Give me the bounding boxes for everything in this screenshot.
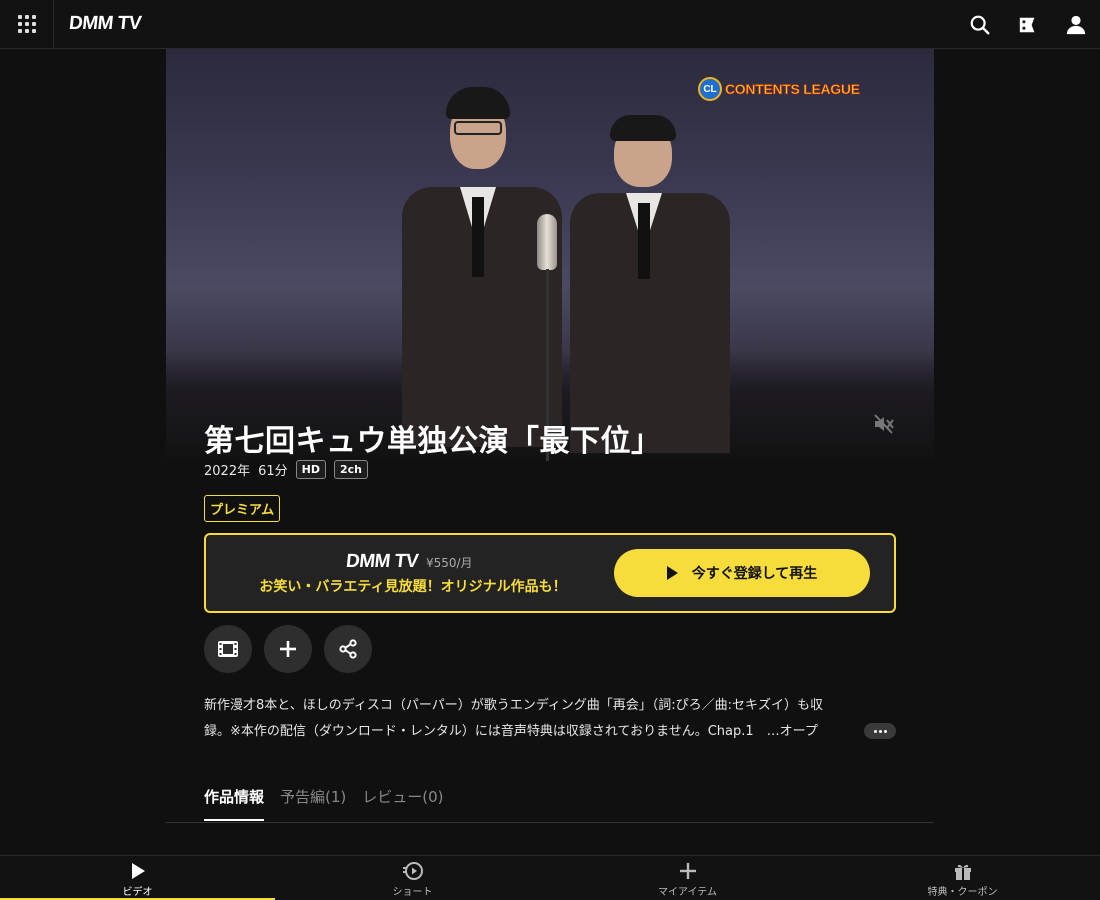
nav-coupon[interactable]: 特典・クーポン (825, 856, 1100, 900)
cl-text: CONTENTS LEAGUE (725, 81, 861, 98)
play-icon (666, 566, 678, 580)
short-icon (402, 862, 423, 880)
tabs-divider (166, 822, 934, 823)
user-icon (1066, 15, 1086, 34)
nav-short[interactable]: ショート (275, 856, 550, 900)
trailer-button[interactable] (204, 625, 252, 673)
register-play-button[interactable]: 今すぐ登録して再生 (614, 549, 870, 597)
tab-info[interactable]: 作品情報 (204, 786, 265, 821)
register-play-label: 今すぐ登録して再生 (691, 566, 818, 582)
tab-trailer[interactable]: 予告編(1) (280, 786, 346, 821)
expand-description-button[interactable] (864, 723, 896, 739)
cl-badge: CL (698, 77, 722, 101)
gift-icon (954, 864, 971, 880)
description-line-1: 新作漫才8本と、ほしのディスコ（パーパー）が歌うエンディング曲「再会」（詞:ぴろ… (204, 698, 824, 713)
page-title: 第七回キュウ単独公演「最下位」 (204, 424, 662, 459)
menu-button[interactable] (0, 0, 54, 49)
duration: 61分 (258, 464, 288, 479)
microphone (537, 214, 557, 270)
premium-badge: プレミアム (204, 495, 281, 522)
nav-video[interactable]: ビデオ (0, 856, 275, 900)
nav-video-label: ビデオ (122, 887, 153, 898)
description-line-2: 録。※本作の配信（ダウンロード・レンタル）には音声特典は収録されておりません。C… (204, 724, 818, 739)
audio-tag: 2ch (333, 460, 368, 479)
search-button[interactable] (956, 0, 1004, 49)
hd-tag: HD (295, 460, 326, 479)
promo-price: ¥550/月 (425, 556, 473, 570)
user-button[interactable] (1052, 0, 1100, 49)
subscription-promo: DMM TV ¥550/月 お笑い・バラエティ見放題！オリジナル作品も！ 今すぐ… (204, 533, 896, 613)
play-icon (131, 863, 145, 879)
meta-row: 2022年 61分 HD 2ch (204, 460, 376, 479)
share-icon (339, 639, 357, 659)
promo-text: お笑い・バラエティ見放題！オリジナル作品も！ (259, 579, 567, 595)
search-icon (970, 15, 990, 34)
nav-coupon-label: 特典・クーポン (927, 887, 998, 898)
share-button[interactable] (324, 625, 372, 673)
description: 新作漫才8本と、ほしのディスコ（パーパー）が歌うエンディング曲「再会」（詞:ぴろ… (204, 693, 896, 745)
add-to-list-button[interactable] (264, 625, 312, 673)
contents-league-watermark: CL CONTENTS LEAGUE (698, 77, 860, 101)
menu-grid-icon (17, 15, 36, 33)
nav-my-items[interactable]: マイアイテム (550, 856, 825, 900)
action-buttons (204, 625, 384, 673)
performer-right (570, 111, 730, 453)
dmm-tv-logo[interactable]: DMM TV (68, 13, 142, 35)
film-icon (218, 641, 238, 657)
promo-logo: DMM TV (344, 551, 420, 572)
nav-short-label: ショート (392, 887, 433, 898)
mute-icon (874, 414, 894, 434)
hero-video[interactable]: CL CONTENTS LEAGUE (166, 49, 934, 461)
plus-icon (679, 863, 696, 879)
nav-my-items-label: マイアイテム (658, 887, 717, 898)
mute-button[interactable] (872, 413, 896, 439)
release-year: 2022年 (204, 464, 251, 479)
content-tabs: 作品情報 予告編(1) レビュー(0) (204, 786, 460, 821)
plus-icon (280, 641, 296, 657)
tab-review[interactable]: レビュー(0) (362, 786, 443, 821)
top-header: DMM TV (0, 0, 1100, 49)
ticket-button[interactable] (1004, 0, 1052, 49)
ticket-icon (1019, 17, 1035, 32)
bottom-navigation: ビデオ ショート マイアイテム 特典・クーポン (0, 855, 1100, 900)
